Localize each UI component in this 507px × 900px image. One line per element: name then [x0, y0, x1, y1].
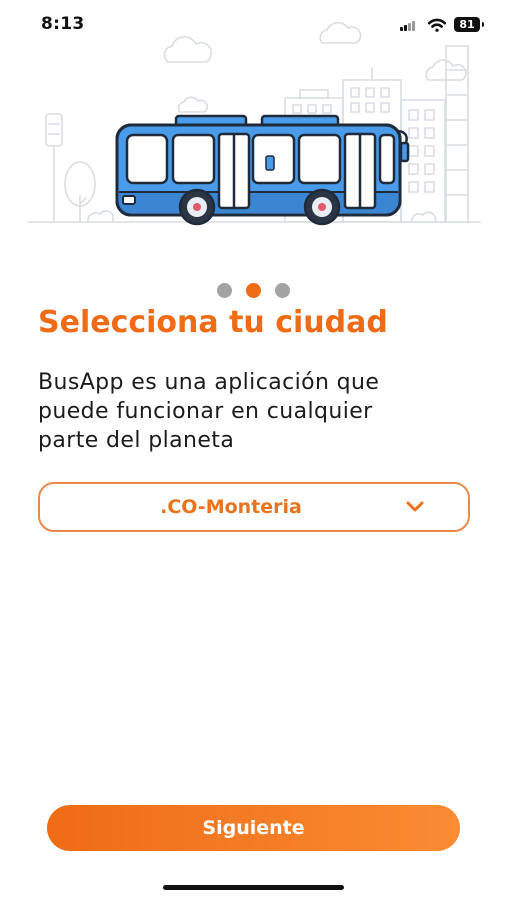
wheel-icon: [303, 188, 341, 226]
home-indicator[interactable]: [163, 885, 344, 890]
description-line: puede funcionar en cualquier: [38, 399, 373, 424]
city-select-value: .CO-Monteria: [160, 496, 302, 518]
wheel-icon: [178, 188, 216, 226]
description: BusApp es una aplicación que puede funci…: [38, 368, 478, 455]
pagination-dot-active: [246, 283, 261, 298]
description-line: parte del planeta: [38, 428, 235, 453]
pagination-dot: [217, 283, 232, 298]
city-select[interactable]: .CO-Monteria: [38, 482, 470, 532]
onboarding-screen: 8:13 81 Selecciona tu ciudad BusApp es u…: [0, 0, 507, 900]
chevron-down-icon: [406, 501, 424, 512]
cloud-icon: [163, 36, 213, 63]
cloud-icon: [319, 21, 362, 44]
bus-icon: [115, 114, 410, 226]
next-button[interactable]: Siguiente: [47, 805, 460, 851]
pagination-dots: [0, 283, 507, 298]
cloud-icon: [177, 96, 209, 113]
pagination-dot: [275, 283, 290, 298]
bus-city-illustration: [27, 21, 481, 226]
description-line: BusApp es una aplicación que: [38, 370, 380, 395]
page-title: Selecciona tu ciudad: [38, 305, 388, 340]
